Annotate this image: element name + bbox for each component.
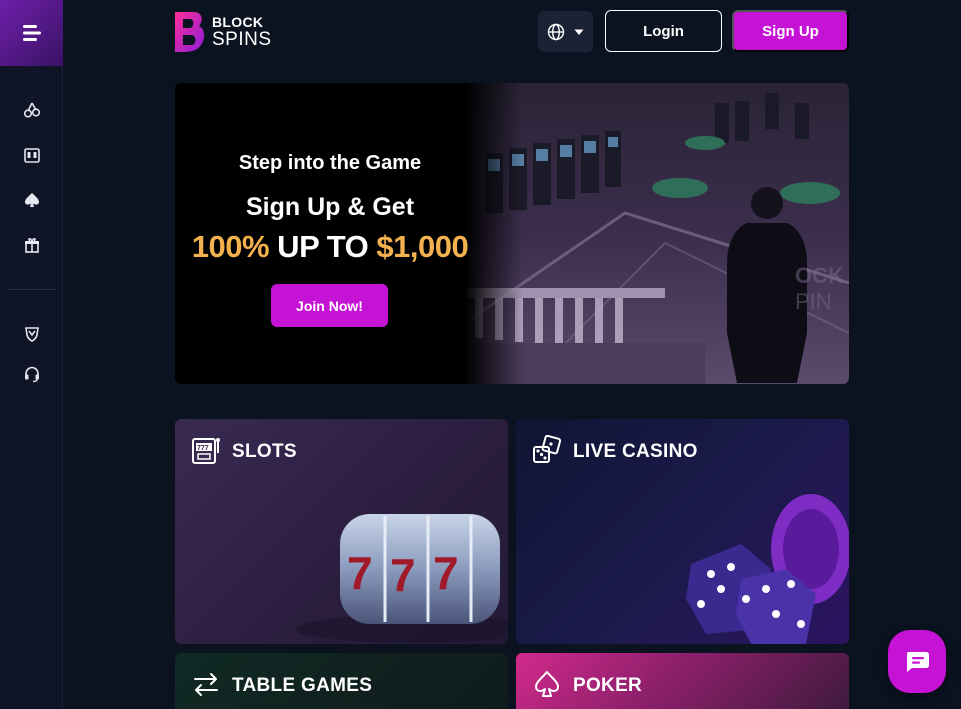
category-title-live-casino: LIVE CASINO [573, 441, 698, 462]
sidebar-item-promotions[interactable] [0, 229, 63, 261]
sidebar [0, 0, 63, 709]
hero-offer-middle: UP TO [269, 229, 377, 264]
spade-icon [24, 193, 39, 207]
blockspins-logo[interactable]: BLOCK SPINS [174, 10, 272, 54]
sidebar-item-casino[interactable] [0, 94, 63, 126]
sidebar-divider [8, 289, 56, 290]
hamburger-menu-icon [22, 25, 41, 41]
category-card-live-casino[interactable]: LIVE CASINO [516, 419, 849, 644]
dice-icon [533, 435, 562, 463]
hero-offer: 100% UP TO $1,000 [175, 229, 485, 265]
hero-banner[interactable]: OCK PIN Step into the Game Sign Up & Get… [175, 83, 849, 384]
swap-arrows-icon [194, 673, 218, 696]
join-now-button[interactable]: Join Now! [271, 284, 388, 327]
category-card-poker[interactable]: POKER [516, 653, 849, 709]
category-title-slots: SLOTS [232, 441, 297, 462]
svg-text:7: 7 [390, 549, 416, 601]
sidebar-item-slots[interactable] [0, 139, 63, 171]
caret-down-icon [574, 29, 583, 35]
headset-icon [24, 366, 39, 383]
svg-text:777: 777 [197, 445, 209, 452]
casino-hall-image: OCK PIN [465, 83, 849, 384]
menu-toggle-button[interactable] [0, 0, 63, 66]
cherries-icon [23, 102, 40, 118]
svg-text:7: 7 [433, 547, 459, 599]
login-button[interactable]: Login [605, 10, 722, 52]
hero-eyebrow: Step into the Game [238, 152, 422, 174]
hero-offer-percent: 100% [191, 229, 270, 264]
logo-b-mark-icon [175, 12, 205, 52]
logo-text-line1: BLOCK [212, 14, 264, 30]
slot-machine-icon [23, 148, 40, 163]
hero-offer-amount: $1,000 [376, 229, 469, 264]
vip-shield-icon [24, 327, 39, 342]
category-title-poker: POKER [573, 675, 643, 696]
chat-bubble-icon [907, 651, 929, 672]
slot-machine-icon: 777 [192, 438, 220, 464]
globe-icon [547, 23, 564, 40]
sidebar-item-support[interactable] [0, 358, 63, 390]
slot-reels-image: 777 [295, 514, 508, 643]
category-card-table-games[interactable]: TABLE GAMES [175, 653, 508, 709]
spade-outline-icon [535, 671, 559, 697]
category-card-slots[interactable]: 777 777 SLOTS [175, 419, 508, 644]
signup-button[interactable]: Sign Up [732, 10, 849, 52]
hero-headline: Sign Up & Get [245, 193, 415, 221]
sidebar-item-vip[interactable] [0, 318, 63, 350]
logo-text-line2: SPINS [212, 29, 272, 50]
gift-icon [24, 238, 39, 253]
live-chat-button[interactable] [888, 630, 946, 693]
hero-text-block: Step into the Game Sign Up & Get 100% UP… [175, 83, 485, 384]
category-title-table-games: TABLE GAMES [232, 675, 373, 696]
language-selector[interactable] [538, 11, 593, 52]
sidebar-item-poker[interactable] [0, 184, 63, 216]
svg-text:7: 7 [347, 547, 373, 599]
